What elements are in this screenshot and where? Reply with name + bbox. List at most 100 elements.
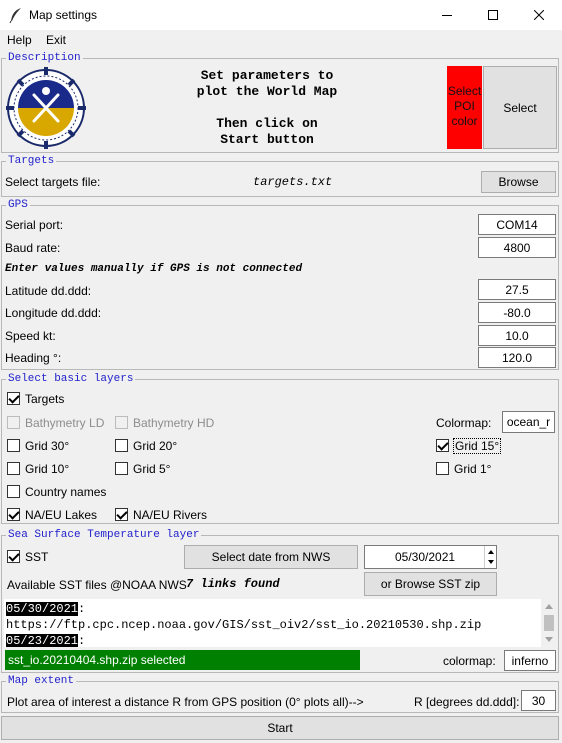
poi-label-line-1: Select: [447, 84, 482, 98]
layers-group-title: Select basic layers: [6, 373, 136, 385]
description-group: Description Set parameters to plot the W…: [1, 52, 559, 153]
poi-label-line-3: color: [451, 114, 478, 128]
sst-links-list-content: 05/30/2021: https://ftp.cpc.ncep.noaa.go…: [6, 601, 481, 647]
bathymetry-hd-checkbox[interactable]: [115, 416, 128, 429]
grid-20-label: Grid 20°: [133, 439, 178, 453]
targets-filename: targets.txt: [253, 175, 333, 189]
sst-colormap-input[interactable]: inferno: [504, 650, 556, 671]
browse-sst-zip-button[interactable]: or Browse SST zip: [364, 572, 497, 596]
baud-rate-label: Baud rate:: [5, 241, 61, 255]
grid-30-label: Grid 30°: [25, 439, 70, 453]
description-line-2: plot the World Map: [196, 84, 338, 99]
targets-browse-button[interactable]: Browse: [481, 171, 556, 193]
minimize-button[interactable]: [424, 0, 470, 30]
speed-input[interactable]: 10.0: [478, 325, 556, 346]
rivers-label: NA/EU Rivers: [133, 508, 208, 522]
targets-layer-checkbox[interactable]: [7, 392, 20, 405]
extent-group-title: Map extent: [6, 675, 77, 687]
sst-group-title: Sea Surface Temperature layer: [6, 529, 202, 541]
description-text: Set parameters to plot the World Map The…: [152, 68, 382, 148]
poi-color-swatch[interactable]: Select POI color: [447, 66, 482, 149]
baud-rate-input[interactable]: 4800: [478, 237, 556, 258]
grid-15-checkbox[interactable]: [436, 439, 449, 452]
feather-icon: [9, 7, 23, 24]
grid-5-checkbox[interactable]: [115, 462, 128, 475]
poi-label-line-2: POI: [454, 99, 475, 113]
gps-manual-note: Enter values manually if GPS is not conn…: [5, 263, 303, 275]
sst-list-colon-2: :: [78, 634, 86, 647]
window-title: Map settings: [29, 8, 98, 22]
grid-20-checkbox[interactable]: [115, 439, 128, 452]
gps-group: GPS Serial port: COM14 Baud rate: 4800 E…: [1, 199, 559, 370]
grid-1-label: Grid 1°: [454, 462, 492, 476]
sst-list-scrollbar[interactable]: [541, 599, 557, 647]
sst-checkbox[interactable]: [7, 550, 20, 563]
title-bar: Map settings: [0, 0, 562, 30]
country-names-checkbox[interactable]: [7, 485, 20, 498]
grid-30-checkbox[interactable]: [7, 439, 20, 452]
grid-10-checkbox[interactable]: [7, 462, 20, 475]
sst-links-list[interactable]: 05/30/2021: https://ftp.cpc.ncep.noaa.go…: [4, 599, 557, 647]
menu-help[interactable]: Help: [7, 33, 32, 47]
sst-label: SST: [25, 550, 49, 564]
colormap-label: Colormap:: [436, 416, 492, 430]
available-sst-label: Available SST files @NOAA NWS: [7, 578, 187, 592]
spinner-arrows-icon: [488, 550, 494, 564]
description-line-4: Start button: [220, 132, 314, 147]
links-found-label: 7 links found: [186, 577, 280, 591]
heading-input[interactable]: 120.0: [478, 347, 556, 368]
grid-15-label: Grid 15°: [453, 438, 502, 454]
grid-1-checkbox[interactable]: [436, 462, 449, 475]
maximize-button[interactable]: [470, 0, 516, 30]
grid-10-label: Grid 10°: [25, 462, 70, 476]
bathymetry-ld-checkbox[interactable]: [7, 416, 20, 429]
start-button[interactable]: Start: [1, 716, 559, 740]
r-degrees-input[interactable]: 30: [521, 690, 556, 711]
logo: [4, 67, 88, 149]
targets-group-title: Targets: [6, 155, 57, 167]
maximize-icon: [488, 10, 498, 20]
scrollbar-arrows-icon: [544, 604, 554, 642]
sst-list-url-1[interactable]: https://ftp.cpc.ncep.noaa.gov/GIS/sst_oi…: [6, 617, 481, 633]
bathymetry-ld-label: Bathymetry LD: [25, 416, 105, 430]
targets-file-label: Select targets file:: [5, 175, 101, 189]
grid-5-label: Grid 5°: [133, 462, 171, 476]
extent-description: Plot area of interest a distance R from …: [7, 695, 364, 709]
extent-group: Map extent Plot area of interest a dista…: [1, 675, 559, 713]
longitude-label: Longitude dd.ddd:: [5, 306, 102, 320]
description-group-title: Description: [6, 52, 83, 64]
latitude-input[interactable]: 27.5: [478, 279, 556, 300]
gps-group-title: GPS: [6, 199, 30, 211]
layers-group: Select basic layers Targets Bathymetry L…: [1, 373, 559, 524]
lakes-checkbox[interactable]: [7, 508, 20, 521]
speed-label: Speed kt:: [5, 329, 56, 343]
menu-bar: Help Exit: [0, 30, 562, 50]
select-poi-color-button[interactable]: Select: [483, 66, 557, 149]
sst-list-colon-1: :: [78, 602, 86, 616]
sst-selected-status: sst_io.20210404.shp.zip selected: [5, 650, 360, 670]
date-spinner-arrows[interactable]: [484, 546, 496, 568]
select-date-button[interactable]: Select date from NWS: [184, 545, 358, 569]
longitude-input[interactable]: -80.0: [478, 302, 556, 323]
sst-colormap-label: colormap:: [443, 654, 496, 668]
lakes-label: NA/EU Lakes: [25, 508, 98, 522]
description-line-3: Then click on: [216, 116, 318, 131]
targets-group: Targets Select targets file: targets.txt…: [1, 155, 559, 197]
targets-layer-label: Targets: [25, 392, 65, 406]
sst-list-date-1: 05/30/2021: [6, 602, 79, 616]
sst-list-date-2: 05/23/2021: [6, 634, 79, 647]
sst-date-value: 05/30/2021: [395, 550, 456, 564]
sst-date-spinbox[interactable]: 05/30/2021: [364, 545, 497, 569]
menu-exit[interactable]: Exit: [46, 33, 66, 47]
heading-label: Heading °:: [5, 351, 62, 365]
minimize-icon: [442, 15, 452, 16]
serial-port-input[interactable]: COM14: [478, 214, 556, 235]
close-icon: [534, 10, 544, 20]
r-degrees-label: R [degrees dd.ddd]:: [414, 695, 520, 709]
country-names-label: Country names: [25, 485, 107, 499]
rivers-checkbox[interactable]: [115, 508, 128, 521]
sst-group: Sea Surface Temperature layer SST Select…: [1, 529, 559, 673]
bathymetry-colormap-input[interactable]: ocean_r: [502, 411, 555, 433]
latitude-label: Latitude dd.ddd:: [5, 284, 92, 298]
close-button[interactable]: [516, 0, 562, 30]
